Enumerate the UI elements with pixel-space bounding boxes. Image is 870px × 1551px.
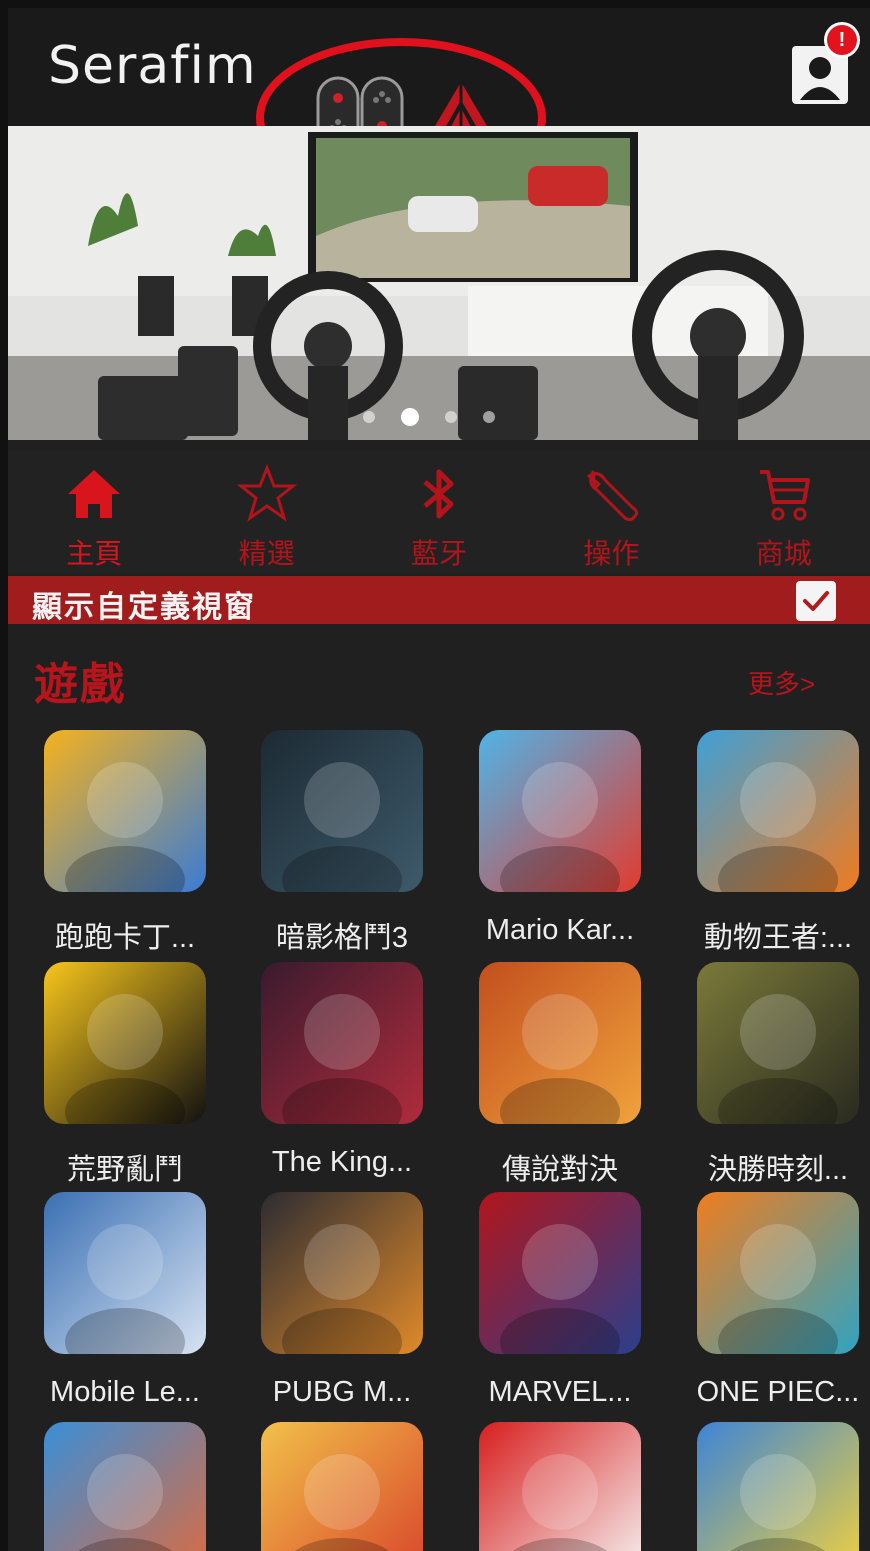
top-bar: Serafim !: [8, 8, 870, 198]
game-tile[interactable]: [25, 1422, 225, 1551]
promo-banner[interactable]: [8, 126, 870, 440]
nav-item-store[interactable]: 商城: [698, 450, 870, 574]
checkmark-icon: [803, 591, 829, 611]
banner-pagination: [363, 408, 495, 426]
bluetooth-icon: [423, 469, 454, 519]
nav-item-bluetooth[interactable]: 藍牙: [353, 450, 525, 574]
custom-window-bar[interactable]: 顯示自定義視窗: [8, 576, 870, 624]
game-name: The King...: [271, 1146, 413, 1178]
more-link[interactable]: 更多>: [748, 664, 815, 701]
nav-label: 操作: [583, 538, 640, 569]
game-icon[interactable]: [44, 962, 206, 1124]
cart-icon: [759, 470, 810, 521]
games-section-title: 遊戲: [34, 660, 126, 709]
game-name: 暗影格鬥3: [275, 922, 409, 954]
game-artwork: [479, 962, 641, 1124]
game-artwork: [479, 1422, 641, 1551]
game-name: Mobile Le...: [50, 1376, 200, 1408]
game-icon[interactable]: [261, 962, 423, 1124]
game-name: 決勝時刻...: [707, 1154, 849, 1186]
game-artwork: [261, 962, 423, 1124]
game-artwork: [479, 1192, 641, 1354]
game-name: Mario Kar...: [485, 914, 635, 946]
home-icon: [68, 470, 121, 518]
game-name: ONE PIEC...: [696, 1376, 860, 1408]
banner-dot-active[interactable]: [401, 408, 419, 426]
game-icon[interactable]: [44, 1422, 206, 1551]
game-name: 荒野亂鬥: [66, 1154, 183, 1186]
nav-item-home[interactable]: 主頁: [8, 450, 180, 574]
nav-item-operation[interactable]: 操作: [525, 450, 697, 574]
game-icon[interactable]: [261, 1192, 423, 1354]
game-tile[interactable]: 跑跑卡丁...: [25, 730, 225, 956]
banner-image: [8, 126, 870, 440]
banner-dot[interactable]: [445, 411, 457, 423]
custom-window-label: 顯示自定義視窗: [32, 591, 256, 624]
game-artwork: [44, 962, 206, 1124]
game-icon[interactable]: [697, 1422, 859, 1551]
game-artwork: [261, 1422, 423, 1551]
game-icon[interactable]: [697, 962, 859, 1124]
app-screen: Serafim ! 主頁 精選 藍牙 操作 商城 顯示自定義視窗 遊戲 更多> …: [8, 8, 870, 1551]
game-icon[interactable]: [44, 730, 206, 892]
wrench-icon: [587, 470, 639, 522]
game-tile[interactable]: Mobile Le...: [25, 1192, 225, 1409]
game-tile[interactable]: ONE PIEC...: [678, 1192, 870, 1409]
game-name: 跑跑卡丁...: [54, 922, 196, 954]
banner-dot[interactable]: [483, 411, 495, 423]
game-icon[interactable]: [479, 962, 641, 1124]
game-artwork: [697, 1422, 859, 1551]
game-tile[interactable]: 決勝時刻...: [678, 962, 870, 1188]
brand-title: Serafim: [48, 36, 257, 96]
game-icon[interactable]: [479, 1422, 641, 1551]
game-icon[interactable]: [479, 730, 641, 892]
main-nav: 主頁 精選 藍牙 操作 商城: [8, 450, 870, 574]
nav-item-featured[interactable]: 精選: [180, 450, 352, 574]
game-artwork: [261, 1192, 423, 1354]
game-tile[interactable]: MARVEL...: [460, 1192, 660, 1409]
game-artwork: [697, 1192, 859, 1354]
game-tile[interactable]: [460, 1422, 660, 1551]
game-tile[interactable]: 傳說對決: [460, 962, 660, 1188]
game-tile[interactable]: 暗影格鬥3: [242, 730, 442, 956]
game-name: 傳說對決: [501, 1154, 618, 1186]
game-icon[interactable]: [261, 1422, 423, 1551]
star-icon: [236, 463, 297, 522]
game-artwork: [697, 962, 859, 1124]
nav-label: 藍牙: [410, 538, 467, 569]
game-artwork: [44, 1192, 206, 1354]
game-icon[interactable]: [697, 1192, 859, 1354]
game-name: 動物王者:...: [703, 922, 853, 954]
game-artwork: [44, 730, 206, 892]
game-tile[interactable]: [242, 1422, 442, 1551]
game-tile[interactable]: Mario Kar...: [460, 730, 660, 947]
game-tile[interactable]: PUBG M...: [242, 1192, 442, 1409]
game-name: MARVEL...: [488, 1376, 632, 1408]
nav-label: 商城: [755, 538, 812, 569]
custom-window-checkbox[interactable]: [796, 581, 836, 621]
game-icon[interactable]: [479, 1192, 641, 1354]
game-icon[interactable]: [261, 730, 423, 892]
game-artwork: [261, 730, 423, 892]
game-tile[interactable]: 荒野亂鬥: [25, 962, 225, 1188]
game-name: PUBG M...: [272, 1376, 412, 1408]
nav-label: 主頁: [66, 538, 123, 569]
game-artwork: [479, 730, 641, 892]
banner-dot[interactable]: [363, 411, 375, 423]
notification-badge[interactable]: !: [824, 22, 860, 58]
game-tile[interactable]: 動物王者:...: [678, 730, 870, 956]
game-artwork: [44, 1422, 206, 1551]
game-artwork: [697, 730, 859, 892]
game-icon[interactable]: [697, 730, 859, 892]
game-tile[interactable]: The King...: [242, 962, 442, 1179]
nav-label: 精選: [238, 538, 295, 569]
game-tile[interactable]: [678, 1422, 870, 1551]
game-icon[interactable]: [44, 1192, 206, 1354]
